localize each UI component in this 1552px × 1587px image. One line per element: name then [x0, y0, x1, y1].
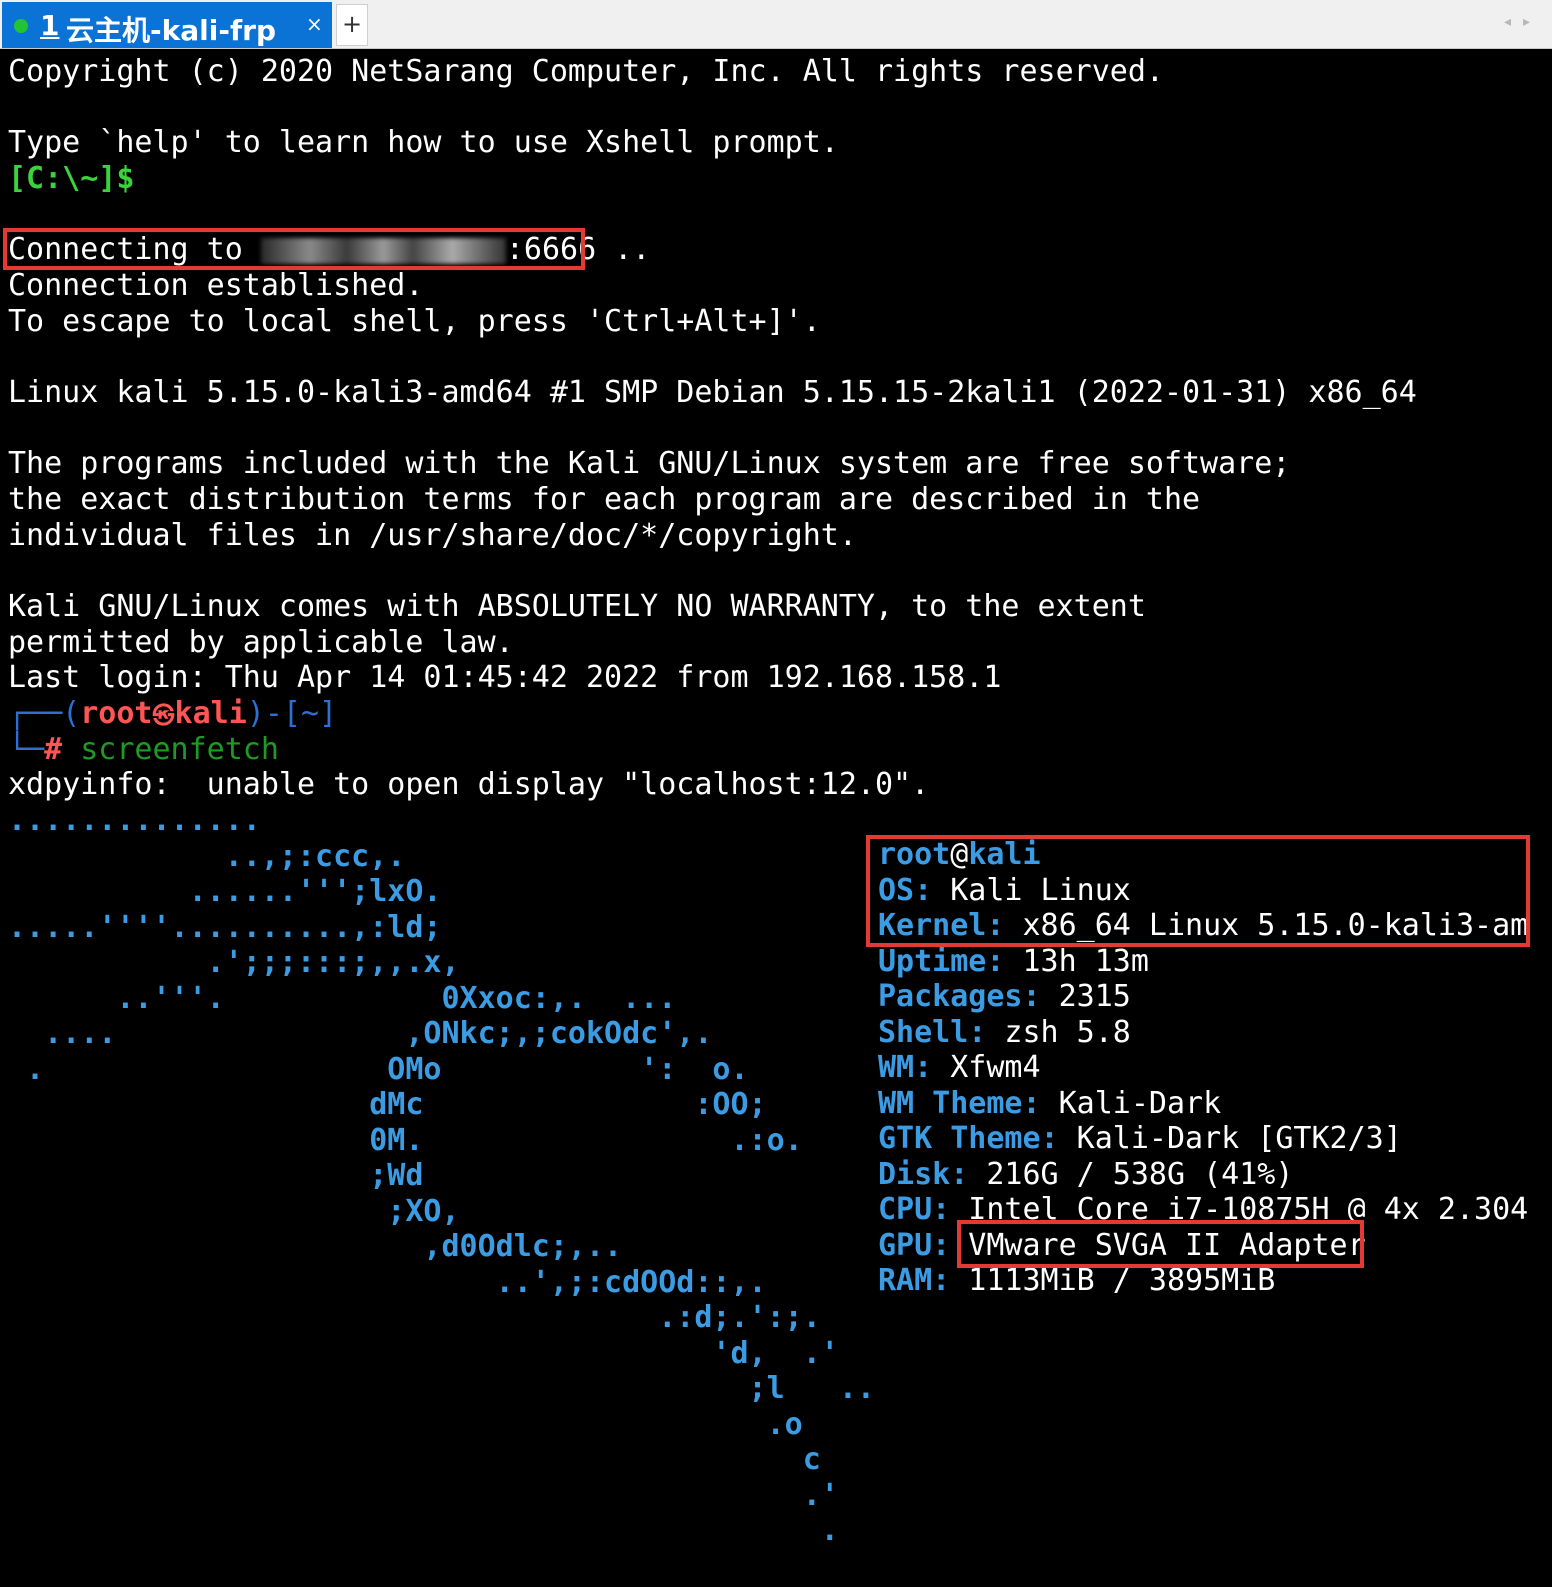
info-label: GPU: — [878, 1228, 951, 1263]
motd-line: The programs included with the Kali GNU/… — [8, 446, 1291, 481]
ascii-art-line: .....''''..........,:ld; — [8, 910, 442, 945]
ascii-art-line: dMc :OO; — [8, 1087, 767, 1122]
terminal-output[interactable]: Copyright (c) 2020 NetSarang Computer, I… — [0, 48, 1552, 1587]
motd-line: individual files in /usr/share/doc/*/cop… — [8, 518, 857, 553]
ascii-art-line: ;XO, — [8, 1194, 460, 1229]
info-value: 1113MiB / 3895MiB — [950, 1263, 1276, 1298]
tab-bar: 1 云主机-kali-frp × + ◂▸ — [0, 0, 1552, 49]
info-label: GTK Theme: — [878, 1121, 1059, 1156]
info-row: Uptime: 13h 13m — [878, 944, 1149, 980]
info-label: Disk: — [878, 1157, 969, 1192]
connected-status-dot — [14, 19, 28, 33]
tab-number: 1 — [40, 9, 60, 42]
prompt-hash: # — [44, 732, 63, 767]
tab-scroll-arrows-icon[interactable]: ◂▸ — [1504, 14, 1542, 30]
shell-prompt-bottom: └─# screenfetch — [8, 732, 279, 768]
connecting-suffix: .. — [596, 232, 651, 267]
ascii-art-line: ..,;:ccc,. — [8, 839, 406, 874]
ascii-art-line: ;l .. — [8, 1371, 875, 1406]
last-login-line: Last login: Thu Apr 14 01:45:42 2022 fro… — [8, 660, 1002, 695]
escape-line: To escape to local shell, press 'Ctrl+Al… — [8, 304, 821, 339]
copyright-line: Copyright (c) 2020 NetSarang Computer, I… — [8, 54, 1164, 89]
highlight-box-system-info — [866, 835, 1530, 947]
ascii-art-line: .';;;:::;,,.x, — [8, 945, 460, 980]
info-row: WM: Xfwm4 — [878, 1050, 1041, 1086]
info-label: RAM: — [878, 1263, 951, 1298]
info-row: WM Theme: Kali-Dark — [878, 1086, 1221, 1122]
ascii-art-line: . OMo ': o. — [8, 1052, 749, 1087]
ascii-art-line: .' — [8, 1478, 839, 1513]
uname-line: Linux kali 5.15.0-kali3-amd64 #1 SMP Deb… — [8, 375, 1417, 410]
prompt-user: root — [80, 696, 153, 731]
info-label: WM: — [878, 1050, 933, 1085]
xdpyinfo-error: xdpyinfo: unable to open display "localh… — [8, 767, 930, 802]
ascii-art-line: ......''';lxO. — [8, 874, 442, 909]
session-tab[interactable]: 1 云主机-kali-frp × — [2, 2, 332, 48]
established-line: Connection established. — [8, 268, 424, 303]
prompt-frame: └─ — [8, 732, 45, 767]
info-value: zsh 5.8 — [986, 1015, 1131, 1050]
prompt-at-icon: ㉿ — [152, 704, 175, 729]
add-tab-button[interactable]: + — [336, 4, 368, 46]
prompt-frame: ┌──( — [8, 696, 81, 731]
info-row: Disk: 216G / 538G (41%) — [878, 1157, 1293, 1193]
ascii-art-line: c — [8, 1442, 821, 1477]
info-label: WM Theme: — [878, 1086, 1041, 1121]
ascii-art-line: ;Wd — [8, 1158, 424, 1193]
info-value: 2315 — [1040, 979, 1131, 1014]
motd-line: permitted by applicable law. — [8, 625, 514, 660]
info-value: 13h 13m — [1004, 944, 1149, 979]
ascii-art-line: .o — [8, 1407, 803, 1442]
info-row: RAM: 1113MiB / 3895MiB — [878, 1263, 1275, 1299]
motd-line: the exact distribution terms for each pr… — [8, 482, 1201, 517]
prompt-dir: )-[~] — [246, 696, 338, 731]
info-label: CPU: — [878, 1192, 951, 1227]
info-row: Shell: zsh 5.8 — [878, 1015, 1131, 1051]
ascii-art-line: 0M. .:o. — [8, 1123, 803, 1158]
info-row: GTK Theme: Kali-Dark [GTK2/3] — [878, 1121, 1402, 1157]
local-prompt: [C:\~]$ — [8, 161, 135, 196]
prompt-host: kali — [174, 696, 247, 731]
info-label: Shell: — [878, 1015, 987, 1050]
ascii-art-line: ..'''. 0Xxoc:,. ... — [8, 981, 677, 1016]
close-icon[interactable]: × — [306, 12, 323, 36]
shell-prompt-top: ┌──(root㉿kali)-[~] — [8, 696, 337, 735]
info-value: 216G / 538G (41%) — [968, 1157, 1294, 1192]
highlight-box-gpu — [957, 1220, 1364, 1268]
ascii-art-line: .... ,ONkc;,;cokOdc',. — [8, 1016, 713, 1051]
highlight-box-connecting — [3, 228, 585, 270]
ascii-art-line: .:d;.':;. — [8, 1300, 821, 1335]
info-label: Packages: — [878, 979, 1041, 1014]
info-value: Kali-Dark — [1040, 1086, 1222, 1121]
info-label: Uptime: — [878, 944, 1005, 979]
tab-title: 云主机-kali-frp — [66, 14, 276, 47]
ascii-art-line: ,d0Odlc;,.. — [8, 1229, 623, 1264]
motd-line: Kali GNU/Linux comes with ABSOLUTELY NO … — [8, 589, 1146, 624]
ascii-art-line: 'd, .' — [8, 1336, 839, 1371]
ascii-art-line: ..',;:cdOOd::,. — [8, 1265, 767, 1300]
ascii-art-line: . — [8, 1513, 839, 1548]
help-line: Type `help' to learn how to use Xshell p… — [8, 125, 839, 160]
info-row: Packages: 2315 — [878, 979, 1131, 1015]
info-value: Xfwm4 — [932, 1050, 1041, 1085]
prompt-command: screenfetch — [80, 732, 279, 767]
ascii-art-line: .............. — [8, 803, 261, 838]
info-value: Kali-Dark [GTK2/3] — [1058, 1121, 1402, 1156]
